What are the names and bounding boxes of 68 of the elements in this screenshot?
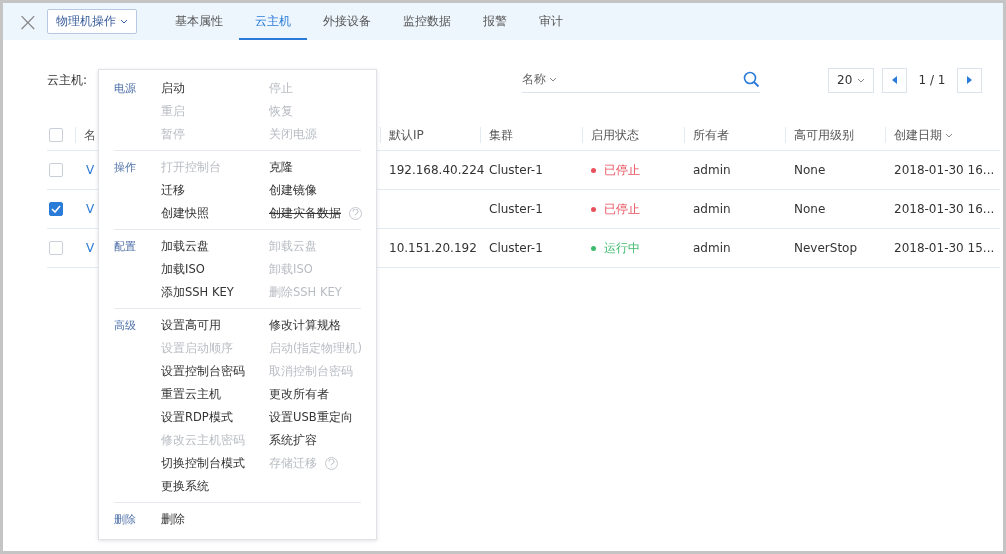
table-cell-text: 2018-01-30 16... [893,163,996,177]
right-arrow-icon [967,76,972,84]
section-label: 云主机: [47,71,88,89]
menu-item[interactable]: 删除 [161,512,185,527]
menu-item[interactable]: 重置云主机 [161,387,221,402]
menu-item[interactable]: 更换系统 [161,479,209,494]
menu-item[interactable]: 系统扩容 [269,433,317,448]
status-text: 已停止 [604,161,640,179]
tab[interactable]: 云主机 [239,3,307,40]
column-header[interactable]: 创建日期 [885,127,1000,143]
table-cell-text: admin [692,163,732,177]
page-size-select[interactable]: 20 [828,67,874,93]
menu-item[interactable]: 启动 [161,81,185,96]
tab[interactable]: 审计 [523,3,579,40]
column-header[interactable]: 启用状态 [582,127,684,143]
table-cell-text: Cluster-1 [488,202,544,216]
table-cell-text: admin [692,202,732,216]
status-text: 已停止 [604,200,640,218]
menu-item[interactable]: 设置USB重定向 [269,410,353,425]
menu-item[interactable]: 创建镜像 [269,183,317,198]
help-icon[interactable] [349,207,362,220]
search-field[interactable]: 名称 [522,67,760,93]
tab[interactable]: 监控数据 [387,3,467,40]
column-header[interactable]: 所有者 [684,127,785,143]
menu-item[interactable]: 切换控制台模式 [161,456,245,471]
caret-icon [120,19,128,24]
menu-item[interactable]: 迁移 [161,183,185,198]
next-page-button[interactable] [957,67,982,93]
menu-section-label: 电源 [114,81,137,96]
prev-page-button[interactable] [882,67,907,93]
menu-item[interactable]: 设置高可用 [161,318,221,333]
menu-item[interactable]: 加载云盘 [161,239,209,254]
menu-item[interactable]: 设置控制台密码 [161,364,245,379]
tab[interactable]: 外接设备 [307,3,387,40]
table-cell-text: admin [692,241,732,255]
column-header[interactable]: 高可用级别 [785,127,885,143]
column-header[interactable]: 默认IP [380,127,480,143]
menu-item[interactable]: 克隆 [269,160,293,175]
search-icon[interactable] [743,71,760,88]
menu-item[interactable]: 更改所有者 [269,387,329,402]
menu-item[interactable]: 添加SSH KEY [161,285,234,300]
table-cell-text: NeverStop [793,241,859,255]
menu-section-label: 删除 [114,512,137,527]
action-dropdown[interactable]: 物理机操作 [47,9,137,34]
caret-icon [857,77,865,83]
menu-section-label: 配置 [114,239,137,254]
menu-section-label: 操作 [114,160,137,175]
status-text: 运行中 [604,239,640,257]
menu-section-label: 高级 [114,318,137,333]
table-cell-text: None [793,202,827,216]
caret-icon [549,77,557,82]
tab[interactable]: 报警 [467,3,523,40]
table-cell-text: 2018-01-30 15... [893,241,996,255]
column-header[interactable]: 集群 [480,127,582,143]
table-cell-text: 10.151.20.192 [388,241,478,255]
table-cell-text: Cluster-1 [488,241,544,255]
table-cell-text: 2018-01-30 16... [893,202,996,216]
table-cell-text: None [793,163,827,177]
menu-item[interactable]: 创建快照 [161,206,209,221]
menu-item[interactable]: 创建灾备数据 [269,206,341,221]
menu-item[interactable]: 修改计算规格 [269,318,341,333]
page-indicator: 1 / 1 [917,73,947,87]
caret-icon [945,132,953,138]
menu-item[interactable]: 加载ISO [161,262,205,277]
tab[interactable]: 基本属性 [159,3,239,40]
left-arrow-icon [892,76,897,84]
menu-item[interactable]: 设置RDP模式 [161,410,233,425]
checkbox[interactable] [49,202,63,216]
